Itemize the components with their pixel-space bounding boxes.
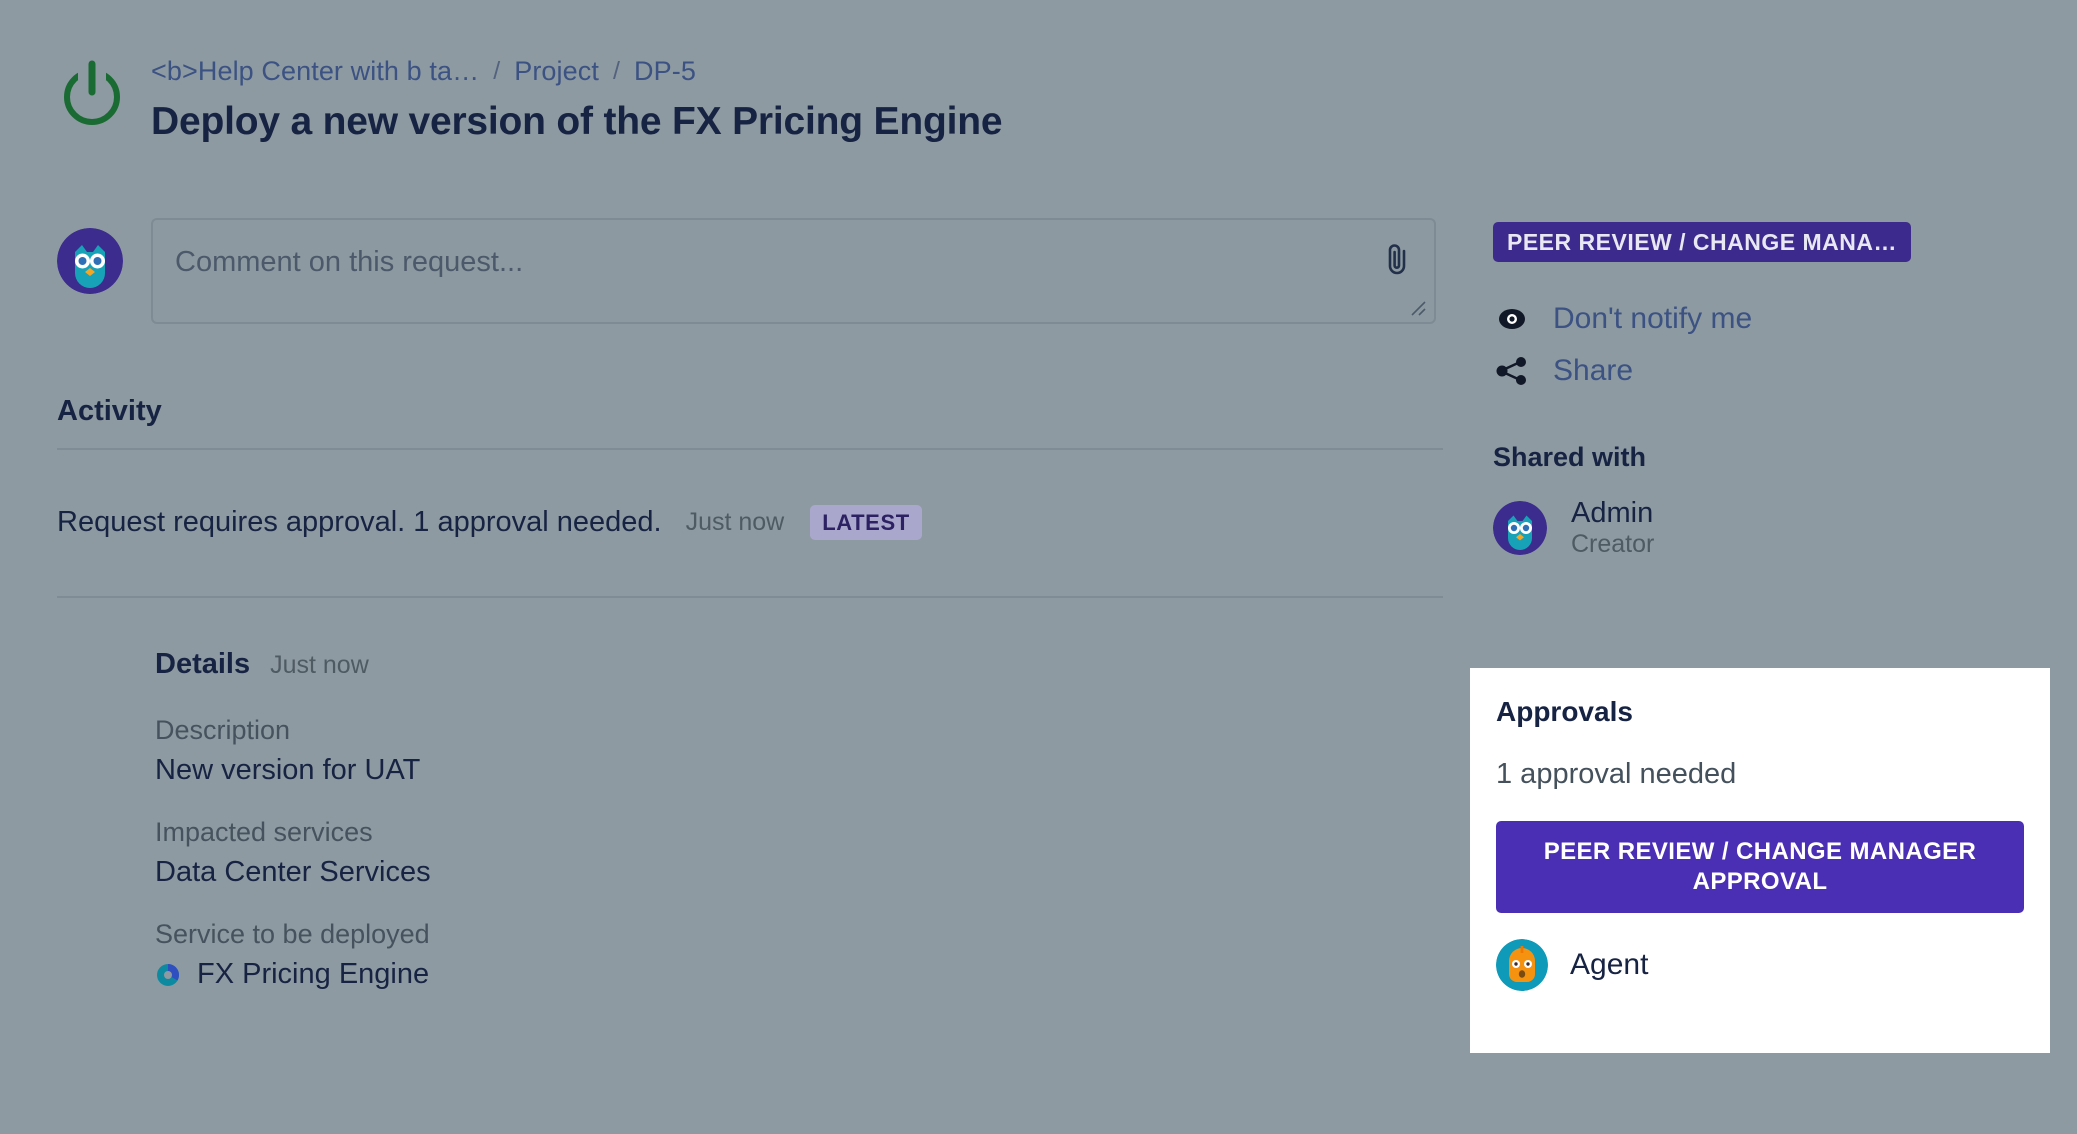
shared-person-role: Creator: [1571, 529, 1654, 559]
details-section: Details Just now Description New version…: [155, 648, 955, 1021]
paperclip-icon[interactable]: [1382, 242, 1412, 276]
sidebar-action-label: Share: [1553, 354, 1633, 388]
shared-with-heading: Shared with: [1493, 442, 2053, 473]
activity-entry-text: Request requires approval. 1 approval ne…: [57, 506, 662, 539]
field-label: Description: [155, 715, 955, 746]
comment-composer: Comment on this request...: [57, 218, 1436, 324]
sidebar-action-share[interactable]: Share: [1493, 354, 2053, 388]
field-value-row: FX Pricing Engine: [155, 958, 955, 991]
field-description: Description New version for UAT: [155, 715, 955, 787]
field-label: Impacted services: [155, 817, 955, 848]
breadcrumb-item-portal[interactable]: <b>Help Center with b ta…: [151, 58, 479, 85]
divider: [57, 596, 1443, 598]
comment-placeholder: Comment on this request...: [175, 246, 523, 279]
activity-heading: Activity: [57, 395, 162, 428]
approvals-panel: Approvals 1 approval needed PEER REVIEW …: [1470, 668, 2050, 1053]
shared-person-name: Admin: [1571, 497, 1654, 529]
request-detail-page: <b>Help Center with b ta… / Project / DP…: [0, 0, 2077, 1134]
details-header: Details Just now: [155, 648, 955, 681]
approvals-heading: Approvals: [1496, 696, 2024, 728]
activity-entry: Request requires approval. 1 approval ne…: [57, 505, 922, 540]
approver-name: Agent: [1570, 948, 1648, 982]
avatar: [1493, 501, 1547, 555]
field-value: Data Center Services: [155, 856, 955, 889]
resize-grip-icon[interactable]: [1408, 298, 1428, 318]
comment-input[interactable]: Comment on this request...: [151, 218, 1436, 324]
breadcrumb-separator: /: [493, 59, 500, 84]
shared-with-person: Admin Creator: [1493, 497, 2053, 559]
page-header: <b>Help Center with b ta… / Project / DP…: [55, 48, 1002, 144]
breadcrumb-item-issue-key[interactable]: DP-5: [634, 58, 696, 85]
sidebar: PEER REVIEW / CHANGE MANA… Don't notify …: [1493, 222, 2053, 559]
approver-row: Agent: [1496, 939, 2024, 991]
service-donut-icon: [155, 962, 181, 988]
page-title: Deploy a new version of the FX Pricing E…: [151, 101, 1002, 144]
field-value: FX Pricing Engine: [197, 958, 429, 991]
power-icon: [55, 54, 129, 128]
avatar: [57, 228, 123, 294]
breadcrumb-separator: /: [613, 59, 620, 84]
activity-entry-timestamp: Just now: [686, 508, 785, 537]
details-timestamp: Just now: [270, 651, 369, 680]
avatar: [1496, 939, 1548, 991]
shared-person-text: Admin Creator: [1571, 497, 1654, 559]
approvals-needed-text: 1 approval needed: [1496, 758, 2024, 791]
approve-button[interactable]: PEER REVIEW / CHANGE MANAGER APPROVAL: [1496, 821, 2024, 913]
sidebar-action-notify[interactable]: Don't notify me: [1493, 302, 2053, 336]
breadcrumb: <b>Help Center with b ta… / Project / DP…: [151, 58, 1002, 85]
field-service-to-be-deployed: Service to be deployed FX Pricing Engine: [155, 919, 955, 991]
details-heading: Details: [155, 648, 250, 681]
status-badge: LATEST: [810, 505, 922, 540]
field-impacted-services: Impacted services Data Center Services: [155, 817, 955, 889]
divider: [57, 448, 1443, 450]
share-icon: [1493, 354, 1531, 388]
field-value: New version for UAT: [155, 754, 955, 787]
sidebar-action-label: Don't notify me: [1553, 302, 1752, 336]
eye-icon: [1493, 302, 1531, 336]
header-text-group: <b>Help Center with b ta… / Project / DP…: [151, 48, 1002, 144]
workflow-status-badge[interactable]: PEER REVIEW / CHANGE MANA…: [1493, 222, 1911, 262]
breadcrumb-item-project[interactable]: Project: [514, 58, 599, 85]
field-label: Service to be deployed: [155, 919, 955, 950]
